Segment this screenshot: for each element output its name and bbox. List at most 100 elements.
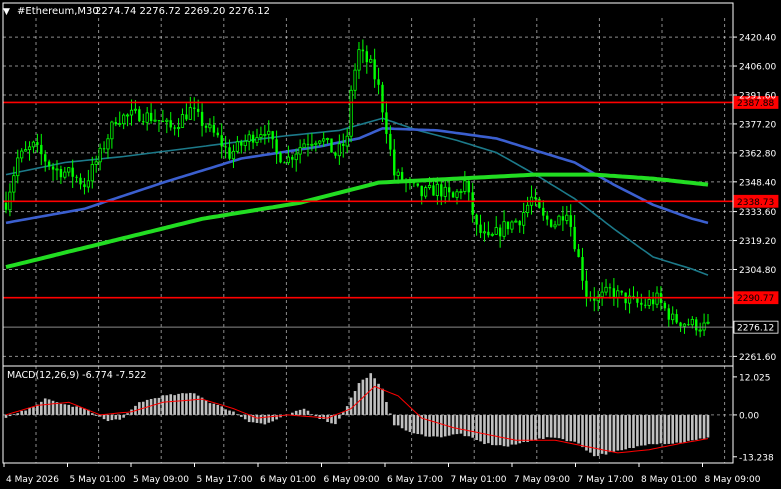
candle-body: [510, 221, 514, 230]
candle-body: [479, 224, 482, 233]
candle-body: [330, 138, 333, 153]
macd-bar: [8, 414, 12, 417]
macd-bar: [487, 414, 490, 444]
candle-body: [255, 137, 259, 143]
candle-body: [447, 187, 451, 193]
candle-body: [169, 120, 172, 128]
candle-body: [283, 162, 286, 164]
macd-bar: [436, 414, 439, 437]
candle-body: [27, 146, 32, 150]
candle-body: [176, 127, 181, 130]
candle-body: [314, 142, 318, 145]
candle-body: [490, 233, 494, 236]
macd-bar: [538, 414, 541, 439]
candle-body: [173, 127, 176, 129]
macd-bar: [636, 414, 639, 447]
price-tick-label: 2406.00: [739, 63, 776, 73]
macd-bar: [47, 399, 51, 415]
macd-bar: [114, 414, 118, 420]
trading-chart[interactable]: 2387.882338.732290.772276.12 2420.402406…: [0, 0, 781, 489]
candle-body: [396, 171, 400, 176]
macd-bar: [192, 393, 196, 415]
macd-bar: [561, 414, 565, 440]
candle-body: [373, 59, 376, 80]
price-tick-label: 2348.40: [739, 178, 776, 188]
macd-bar: [224, 409, 227, 415]
candle-body: [334, 152, 337, 156]
macd-bar: [463, 414, 467, 437]
macd-bar: [687, 414, 690, 441]
candle-body: [325, 138, 330, 140]
macd-bar: [502, 414, 506, 447]
macd-bar: [39, 401, 43, 415]
candle-body: [663, 302, 667, 309]
candle-body: [138, 109, 141, 122]
candle-body: [534, 197, 537, 199]
macd-bar: [28, 407, 31, 415]
candle-body: [651, 299, 655, 305]
candle-body: [546, 215, 549, 220]
macd-bar: [628, 414, 631, 449]
candle-body: [271, 131, 274, 140]
candle-body: [471, 192, 474, 215]
macd-bar: [290, 412, 294, 415]
candle-body: [518, 221, 521, 226]
candle-body: [67, 167, 71, 173]
macd-bar: [353, 391, 357, 415]
candle-body: [393, 149, 396, 176]
candle-body: [655, 292, 659, 305]
candle-body: [291, 157, 294, 160]
candle-body: [671, 313, 675, 321]
candle-body: [514, 220, 518, 223]
macd-bar: [416, 414, 420, 435]
candle-body: [204, 125, 208, 128]
macd-bar: [553, 414, 557, 438]
macd-bar: [79, 407, 82, 415]
macd-bar: [389, 413, 392, 415]
candle-body: [698, 329, 702, 332]
candle-body: [435, 183, 439, 196]
macd-bar: [400, 414, 404, 429]
candle-body: [142, 121, 145, 123]
candle-body: [180, 114, 185, 128]
candle-body: [310, 143, 314, 146]
candle-body: [455, 191, 459, 198]
macd-bar: [506, 414, 510, 447]
macd-bar: [581, 414, 584, 448]
candle-body: [259, 134, 263, 138]
candle-body: [298, 147, 302, 155]
macd-bar: [12, 414, 16, 415]
macd-bar: [357, 383, 361, 415]
candle-body: [482, 231, 487, 234]
macd-bar: [396, 414, 400, 426]
macd-bar: [608, 414, 612, 453]
macd-bar: [228, 410, 231, 415]
candle-body: [687, 324, 690, 326]
macd-bar: [428, 414, 431, 437]
candle-body: [385, 112, 388, 134]
candle-body: [337, 143, 341, 157]
candle-body: [345, 135, 349, 147]
candle-body: [318, 140, 322, 144]
macd-bar: [302, 408, 306, 415]
header-arrow[interactable]: ▼: [3, 7, 10, 17]
macd-bar: [71, 406, 74, 415]
macd-bar: [498, 414, 502, 446]
macd-bar: [338, 414, 341, 419]
candle-body: [200, 111, 204, 126]
candle-body: [47, 161, 51, 167]
candle-body: [36, 142, 39, 145]
macd-bar: [314, 414, 318, 417]
macd-bar: [200, 397, 204, 415]
candle-body: [451, 192, 455, 198]
time-tick-label: 5 May 01:00: [70, 475, 126, 485]
macd-bar: [620, 414, 624, 451]
candle-body: [616, 290, 620, 299]
candle-body: [106, 138, 110, 150]
macd-bar: [624, 414, 627, 450]
macd-bar: [494, 414, 498, 446]
candle-body: [679, 322, 682, 327]
macd-bar: [475, 414, 478, 440]
macd-bar: [573, 414, 576, 442]
macd-bar: [392, 414, 396, 426]
